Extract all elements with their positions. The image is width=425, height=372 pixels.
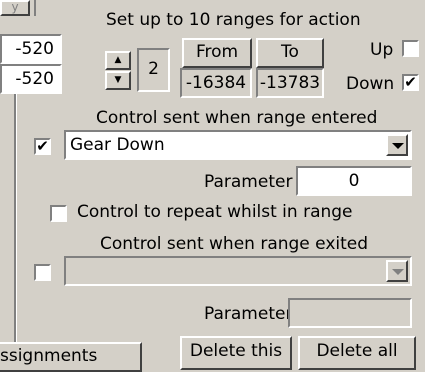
entered-control-dropdown[interactable]: Gear Down (64, 130, 412, 160)
from-header-button[interactable]: From (182, 38, 252, 68)
chevron-down-icon (392, 269, 404, 275)
down-check-mark: ✔ (404, 73, 417, 91)
entered-check-mark: ✔ (36, 137, 49, 155)
range-count-value: 2 (148, 59, 159, 79)
entered-parameter-value: 0 (348, 171, 360, 191)
to-label: To (281, 42, 299, 62)
from-value-field[interactable]: -16384 (180, 68, 252, 98)
range-count-field[interactable]: 2 (137, 48, 170, 92)
delete-this-label: Delete this (189, 341, 283, 361)
entered-control-value: Gear Down (70, 135, 165, 155)
delete-this-button[interactable]: Delete this (180, 336, 292, 370)
ranges-heading: Set up to 10 ranges for action (106, 10, 361, 30)
left-value-field-1[interactable]: -520 (0, 34, 62, 64)
spin-down-icon: ▼ (114, 75, 122, 85)
to-header-button[interactable]: To (256, 38, 324, 68)
left-tab[interactable]: y (0, 0, 30, 16)
entered-dropdown-button[interactable] (386, 134, 408, 156)
exited-dropdown-button[interactable] (386, 260, 408, 282)
left-value-1: -520 (15, 39, 54, 59)
up-label: Up (370, 40, 394, 60)
chevron-down-icon (392, 143, 404, 149)
exited-parameter-field[interactable] (288, 298, 412, 328)
up-checkbox[interactable] (402, 40, 419, 57)
assignments-button-label: ssignments (0, 346, 98, 366)
entered-parameter-field[interactable]: 0 (296, 166, 412, 196)
down-checkbox[interactable]: ✔ (402, 74, 419, 91)
to-value-field[interactable]: -13783 (256, 68, 324, 98)
delete-all-button[interactable]: Delete all (298, 336, 416, 370)
entered-heading: Control sent when range entered (96, 108, 378, 128)
spin-up-icon: ▲ (114, 55, 122, 65)
exited-checkbox[interactable] (34, 264, 51, 281)
exited-parameter-label: Parameter (204, 304, 293, 324)
exited-heading: Control sent when range exited (100, 234, 369, 254)
repeat-checkbox[interactable] (50, 205, 67, 222)
range-spin-down[interactable]: ▼ (105, 71, 131, 90)
left-vertical-divider-hl (16, 94, 17, 344)
left-tab-divider (34, 0, 36, 16)
delete-all-label: Delete all (316, 341, 398, 361)
entered-checkbox[interactable]: ✔ (34, 138, 51, 155)
entered-parameter-label: Parameter (204, 172, 293, 192)
from-label: From (195, 42, 239, 62)
from-value: -16384 (185, 73, 247, 93)
range-spin-up[interactable]: ▲ (105, 51, 131, 70)
left-value-2: -520 (15, 69, 54, 89)
down-label: Down (346, 74, 395, 94)
repeat-label: Control to repeat whilst in range (77, 202, 353, 222)
exited-control-dropdown[interactable] (64, 256, 412, 286)
to-value: -13783 (259, 73, 321, 93)
left-value-field-2[interactable]: -520 (0, 64, 62, 94)
assignments-button[interactable]: ssignments (0, 342, 142, 372)
